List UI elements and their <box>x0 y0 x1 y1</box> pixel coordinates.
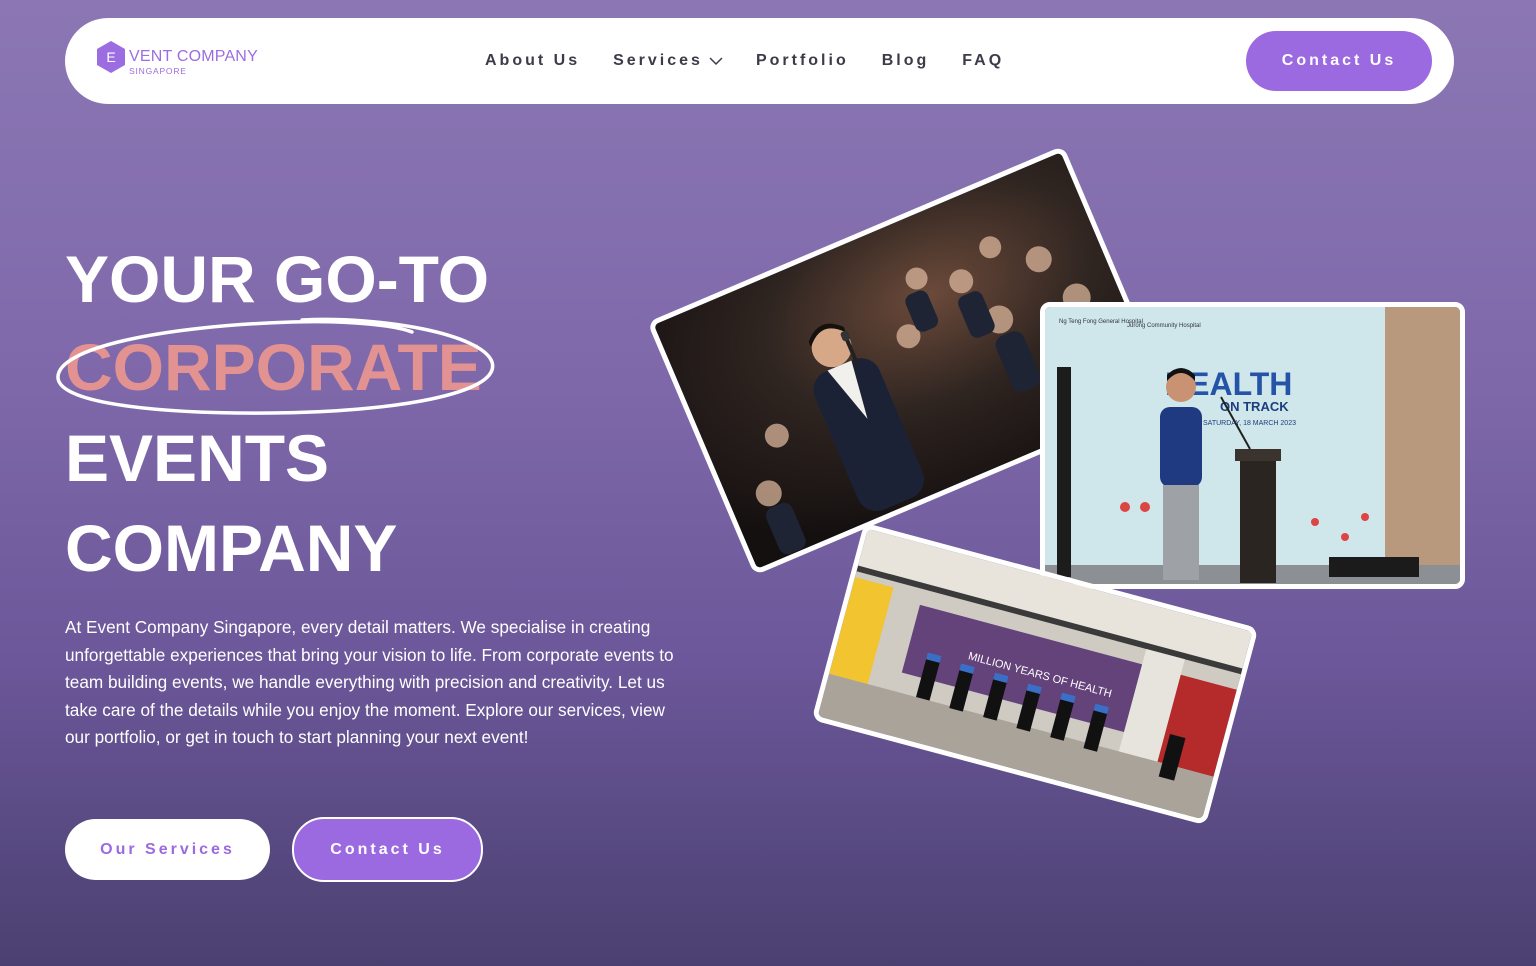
hero-heading-line-1: YOUR GO-TO <box>65 242 490 316</box>
nav-blog-label: Blog <box>881 52 930 69</box>
nav-faq[interactable]: FAQ <box>962 52 1004 70</box>
navbar: E VENT COMPANY SINGAPORE About Us Servic… <box>65 18 1454 104</box>
nav-portfolio[interactable]: Portfolio <box>756 52 849 70</box>
chevron-down-icon <box>709 57 723 66</box>
hero-description: At Event Company Singapore, every detail… <box>65 617 674 747</box>
banner-hospital-2: Jurong Community Hospital <box>1127 323 1201 329</box>
logo-tagline: SINGAPORE <box>129 66 187 76</box>
nav-blog[interactable]: Blog <box>882 52 930 70</box>
photo-health-on-track-stage: Ng Teng Fong General Hospital Jurong Com… <box>1040 302 1465 589</box>
nav-faq-label: FAQ <box>962 52 1005 69</box>
banner-subtitle: ON TRACK <box>1220 399 1289 414</box>
nav-services-label: Services <box>613 52 703 69</box>
contact-us-button[interactable]: Contact Us <box>292 817 483 882</box>
nav-menu: About Us Services Portfolio Blog FAQ <box>485 18 1037 104</box>
logo-hexagon-icon: E <box>97 41 125 73</box>
banner-date: SATURDAY, 18 MARCH 2023 <box>1203 420 1296 427</box>
logo-name: VENT COMPANY <box>129 48 258 65</box>
logo[interactable]: E VENT COMPANY SINGAPORE <box>95 38 295 78</box>
nav-portfolio-label: Portfolio <box>755 52 849 69</box>
hero-heading-highlight: CORPORATE <box>65 330 482 404</box>
logo-letter: E <box>106 49 115 65</box>
nav-contact-button[interactable]: Contact Us <box>1246 31 1432 91</box>
our-services-button[interactable]: Our Services <box>65 819 270 880</box>
hero-heading-line-4: COMPANY <box>65 511 398 585</box>
nav-about-us[interactable]: About Us <box>485 52 580 70</box>
nav-about-us-label: About Us <box>485 52 581 69</box>
nav-services[interactable]: Services <box>613 52 723 70</box>
hero-heading-line-3: EVENTS <box>65 421 330 495</box>
